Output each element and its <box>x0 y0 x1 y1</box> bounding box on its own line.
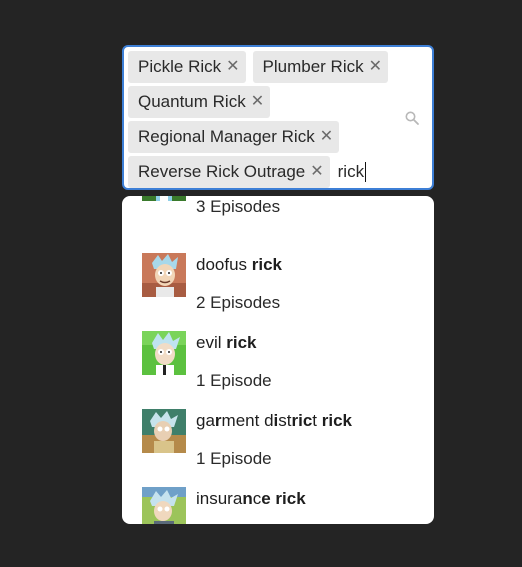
tag-label: Pickle Rick <box>138 57 222 76</box>
list-item[interactable]: insurance rick <box>122 487 434 524</box>
page: Pickle Rick ✕ Plumber Rick ✕ Quantum Ric… <box>0 0 522 567</box>
search-icon <box>405 111 419 125</box>
tag-chip: Regional Manager Rick ✕ <box>128 121 340 153</box>
list-item[interactable]: garment district rick 1 Episode <box>122 409 434 487</box>
tag-label: Regional Manager Rick <box>138 127 315 146</box>
multiselect-input[interactable]: Pickle Rick ✕ Plumber Rick ✕ Quantum Ric… <box>122 45 434 190</box>
tag-chip: Plumber Rick ✕ <box>252 51 389 83</box>
close-icon[interactable]: ✕ <box>369 59 382 75</box>
list-item[interactable]: evil rick 1 Episode <box>122 331 434 409</box>
option-name: insurance rick <box>196 489 306 508</box>
tag-chip: Pickle Rick ✕ <box>128 51 246 83</box>
option-name: evil rick <box>196 333 257 352</box>
close-icon[interactable]: ✕ <box>320 129 333 145</box>
option-episode-count: 2 Episodes <box>196 293 281 312</box>
option-episode-count: 1 Episode <box>196 449 272 468</box>
search-text-input[interactable]: rick <box>337 156 367 188</box>
tag-chip: Quantum Rick ✕ <box>128 86 271 118</box>
close-icon[interactable]: ✕ <box>251 94 264 110</box>
text-caret <box>365 162 367 182</box>
search-query: rick <box>337 162 365 181</box>
rick-thumbnail-partial <box>142 196 186 201</box>
evil-rick-thumbnail <box>142 331 186 375</box>
dropdown-list: 3 Episodes doofus rick 2 Episodes evil r… <box>122 196 434 524</box>
list-item[interactable]: 3 Episodes <box>122 196 434 235</box>
option-episode-count: 3 Episodes <box>196 197 281 216</box>
option-episode-count: 1 Episode <box>196 371 272 390</box>
selected-tags: Pickle Rick ✕ Plumber Rick ✕ Quantum Ric… <box>128 51 398 188</box>
garment-district-rick-thumbnail <box>142 409 186 453</box>
close-icon[interactable]: ✕ <box>226 59 239 75</box>
option-name: garment district rick <box>196 411 352 430</box>
doofus-rick-thumbnail <box>142 253 186 297</box>
tag-chip: Reverse Rick Outrage ✕ <box>128 156 330 188</box>
tag-label: Plumber Rick <box>262 57 364 76</box>
tag-label: Quantum Rick <box>138 92 246 111</box>
tag-label: Reverse Rick Outrage <box>138 162 306 181</box>
insurance-rick-thumbnail <box>142 487 186 524</box>
list-item[interactable]: doofus rick 2 Episodes <box>122 253 434 331</box>
option-name: doofus rick <box>196 255 283 274</box>
close-icon[interactable]: ✕ <box>310 164 323 180</box>
